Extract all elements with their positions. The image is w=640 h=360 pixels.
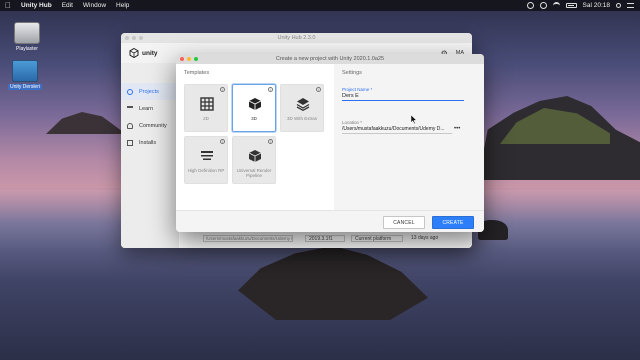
templates-pane: Templates i 2D i 3D i 3D With Extras i H… — [176, 64, 334, 210]
unity-status-icon[interactable] — [526, 2, 534, 9]
hub-zoom-button[interactable] — [139, 36, 143, 40]
sidebar-item-label: Installs — [139, 139, 157, 146]
sidebar-item-label: Learn — [139, 105, 154, 112]
dialog-title-bar: Create a new project with Unity 2020.1.0… — [176, 54, 484, 64]
dialog-title: Create a new project with Unity 2020.1.0… — [275, 56, 385, 62]
dialog-minimize-button[interactable] — [187, 57, 191, 61]
graduation-cap-icon — [127, 105, 133, 112]
hub-minimize-button[interactable] — [132, 36, 136, 40]
info-icon[interactable]: i — [220, 87, 225, 92]
cancel-button[interactable]: CANCEL — [383, 216, 425, 229]
template-name: 2D — [203, 116, 209, 121]
project-name-value: Ders E — [342, 93, 359, 99]
desktop-icon-label: Unity Dersleri — [7, 84, 42, 90]
mouse-cursor-icon — [411, 115, 417, 124]
table-row[interactable]: Ders2 /Users/mustafaakkuzu/Documents/Ude… — [201, 227, 471, 245]
sidebar-item-projects[interactable]: Projects — [121, 83, 179, 100]
desktop-icon-label: Playlaster — [16, 46, 38, 52]
apple-menu-icon[interactable]:  — [0, 1, 16, 10]
control-center-icon[interactable] — [627, 3, 634, 8]
clock[interactable]: Sal 20:18 — [583, 2, 610, 9]
menu-bar:  Unity Hub Edit Window Help Sal 20:18 — [0, 0, 640, 11]
hub-logo-text: unity — [142, 49, 158, 57]
template-3d-with-extras[interactable]: i 3D With Extras — [280, 84, 324, 132]
info-icon[interactable]: i — [220, 139, 225, 144]
template-universal-render-pipeline[interactable]: i Universal Render Pipeline — [232, 136, 276, 184]
wallpaper-island-left — [46, 112, 126, 134]
settings-pane: Settings Project Name * Ders E Location … — [334, 64, 484, 210]
wallpaper-rock — [238, 246, 428, 320]
hub-title-bar: Unity Hub 2.3.0 — [121, 33, 472, 43]
project-platform-select[interactable]: Current platform — [351, 235, 403, 242]
template-2d[interactable]: i 2D — [184, 84, 228, 132]
template-name: 3D With Extras — [286, 116, 317, 121]
location-input[interactable]: /Users/mustafaakkuzu/Documents/Udemy D..… — [342, 124, 452, 134]
info-icon[interactable]: i — [268, 87, 273, 92]
sidebar-item-learn[interactable]: Learn — [121, 100, 179, 117]
menu-window[interactable]: Window — [78, 2, 111, 9]
project-modified: 13 days ago — [411, 235, 439, 241]
dialog-footer: CANCEL CREATE — [176, 210, 484, 232]
folder-icon — [12, 60, 38, 82]
menu-edit[interactable]: Edit — [57, 2, 78, 9]
projects-icon — [127, 88, 133, 95]
search-icon[interactable] — [616, 3, 621, 8]
create-button[interactable]: CREATE — [432, 216, 474, 229]
sidebar-item-community[interactable]: Community — [121, 117, 179, 134]
urp-cube-icon — [248, 150, 262, 162]
browse-location-button[interactable]: ••• — [454, 126, 460, 132]
menu-help[interactable]: Help — [111, 2, 134, 9]
hdrp-icon — [201, 151, 213, 160]
unity-logo-icon — [129, 48, 139, 58]
new-project-dialog: Create a new project with Unity 2020.1.0… — [176, 54, 484, 232]
template-name: 3D — [251, 116, 257, 121]
template-3d[interactable]: i 3D — [232, 84, 276, 132]
dialog-close-button[interactable] — [180, 57, 184, 61]
app-menu[interactable]: Unity Hub — [16, 2, 57, 9]
hub-close-button[interactable] — [125, 36, 129, 40]
templates-heading: Templates — [184, 70, 210, 76]
dialog-zoom-button[interactable] — [194, 57, 198, 61]
sidebar-item-installs[interactable]: Installs — [121, 134, 179, 151]
battery-icon[interactable] — [565, 3, 577, 8]
sidebar-item-label: Community — [139, 122, 167, 129]
desktop-icon-playlaster[interactable]: Playlaster — [5, 22, 49, 52]
location-value: /Users/mustafaakkuzu/Documents/Udemy D..… — [342, 126, 445, 132]
layers-icon — [296, 98, 310, 111]
template-high-definition-rp[interactable]: i High Definition RP — [184, 136, 228, 184]
sidebar-item-label: Projects — [139, 88, 159, 95]
installs-icon — [127, 139, 133, 146]
wifi-icon[interactable] — [552, 2, 560, 9]
hub-sidebar: Projects Learn Community Installs — [121, 63, 179, 248]
grid-icon — [200, 97, 214, 111]
settings-heading: Settings — [342, 70, 362, 76]
project-name-input[interactable]: Ders E — [342, 91, 464, 101]
hub-window-title: Unity Hub 2.3.0 — [277, 35, 316, 41]
template-name: High Definition RP — [187, 168, 225, 173]
info-icon[interactable]: i — [268, 139, 273, 144]
info-icon[interactable]: i — [316, 87, 321, 92]
cube-icon — [248, 98, 262, 110]
project-path: /Users/mustafaakkuzu/Documents/Udemy Der… — [203, 235, 293, 242]
desktop-icon-unity-dersleri[interactable]: Unity Dersleri — [3, 60, 47, 90]
project-version-select[interactable]: 2019.3.1f1 — [305, 235, 345, 242]
template-name: Universal Render Pipeline — [236, 168, 272, 178]
people-icon — [127, 122, 133, 129]
hard-disk-icon — [14, 22, 40, 44]
record-status-icon[interactable] — [539, 2, 547, 9]
